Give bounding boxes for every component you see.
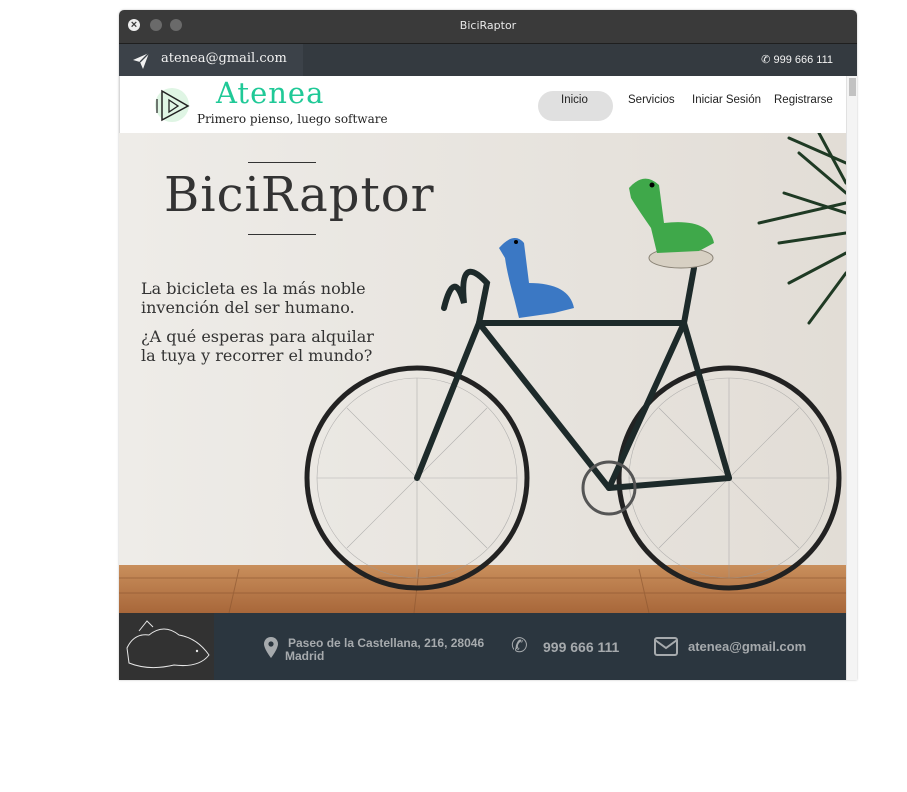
window-title: BiciRaptor	[459, 19, 517, 32]
site-navbar: Atenea Primero pienso, luego software In…	[119, 76, 846, 133]
sleeping-dinosaur-drawing	[119, 613, 214, 680]
location-pin-icon	[264, 637, 278, 658]
hero-text-2: ¿A qué esperas para alquilar la tuya y r…	[141, 327, 374, 365]
topbar-email: atenea@gmail.com	[161, 51, 287, 66]
title-divider-top	[248, 162, 316, 163]
title-divider-bottom	[248, 234, 316, 235]
brand-tagline: Primero pienso, luego software	[197, 112, 388, 126]
title-bar: × BiciRaptor	[119, 10, 857, 44]
topbar-phone[interactable]: ✆ 999 666 111	[761, 53, 833, 66]
site-footer: Paseo de la Castellana, 216, 28046 Madri…	[119, 613, 846, 680]
brand-name[interactable]: Atenea	[216, 76, 324, 110]
nav-servicios[interactable]: Servicios	[628, 94, 675, 106]
page-viewport: Atenea Primero pienso, luego software In…	[119, 76, 846, 680]
phone-icon: ✆	[761, 54, 771, 66]
footer-email[interactable]: atenea@gmail.com	[688, 639, 806, 654]
send-icon	[133, 52, 150, 69]
nav-inicio[interactable]: Inicio	[561, 94, 588, 106]
browser-window: × BiciRaptor atenea@gmail.com ✆ 999 666 …	[119, 10, 857, 680]
topbar-phone-number: 999 666 111	[773, 54, 833, 66]
nav-registrarse[interactable]: Registrarse	[774, 94, 833, 106]
footer-phone-icon: ✆	[511, 635, 528, 657]
hero-title: BiciRaptor	[164, 167, 435, 223]
vertical-scrollbar[interactable]	[846, 76, 857, 680]
play-logo-icon[interactable]	[152, 85, 194, 125]
hero-banner: BiciRaptor La bicicleta es la más noble …	[119, 133, 846, 613]
footer-city: Madrid	[285, 649, 325, 663]
scrollbar-thumb[interactable]	[849, 78, 856, 96]
contact-topbar: atenea@gmail.com ✆ 999 666 111	[119, 44, 857, 76]
hero-text-1: La bicicleta es la más noble invención d…	[141, 279, 366, 317]
footer-address: Paseo de la Castellana, 216, 28046	[288, 636, 485, 650]
topbar-email-link[interactable]: atenea@gmail.com	[119, 44, 303, 76]
nav-iniciar-sesion[interactable]: Iniciar Sesión	[692, 94, 761, 106]
footer-phone[interactable]: 999 666 111	[543, 639, 619, 655]
envelope-icon	[654, 637, 678, 656]
